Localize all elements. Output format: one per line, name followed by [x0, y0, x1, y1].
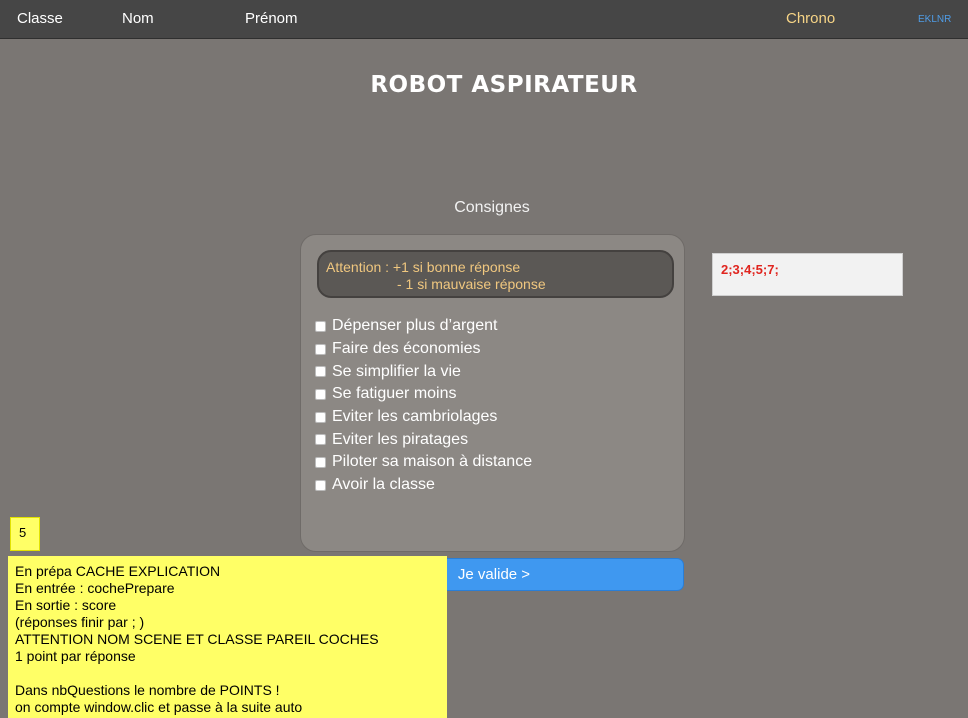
checkbox[interactable]	[315, 320, 326, 332]
note-line: En entrée : cochePrepare	[15, 580, 175, 596]
note-line: Dans nbQuestions le nombre de POINTS !	[15, 682, 280, 698]
option-item[interactable]: Eviter les piratages	[315, 428, 532, 451]
note-line: 1 point par réponse	[15, 648, 136, 664]
note-line: ATTENTION NOM SCENE ET CLASSE PAREIL COC…	[15, 631, 379, 647]
top-bar: Classe Nom Prénom Chrono EKLNR	[0, 0, 968, 39]
option-item[interactable]: Dépenser plus d’argent	[315, 315, 532, 338]
checkbox[interactable]	[315, 366, 326, 378]
checkbox[interactable]	[315, 343, 326, 355]
option-label: Avoir la classe	[332, 476, 435, 494]
page-title: ROBOT ASPIRATEUR	[370, 72, 638, 98]
attention-line-2: - 1 si mauvaise réponse	[397, 276, 546, 292]
note-line: (réponses finir par ; )	[15, 614, 145, 630]
option-label: Se simplifier la vie	[332, 362, 461, 380]
option-item[interactable]: Avoir la classe	[315, 474, 532, 497]
header-nom: Nom	[122, 10, 154, 27]
note-line: En sortie : score	[15, 597, 117, 613]
header-classe: Classe	[17, 10, 63, 27]
option-item[interactable]: Faire des économies	[315, 338, 532, 361]
question-panel: Attention : +1 si bonne réponse - 1 si m…	[300, 234, 685, 552]
header-chrono: Chrono	[786, 10, 836, 27]
option-label: Eviter les cambriolages	[332, 408, 498, 426]
developer-notes: En prépa CACHE EXPLICATION En entrée : c…	[8, 556, 447, 718]
checkbox[interactable]	[315, 388, 326, 400]
header-prenom: Prénom	[245, 10, 298, 27]
note-line: En prépa CACHE EXPLICATION	[15, 563, 221, 579]
option-item[interactable]: Eviter les cambriolages	[315, 406, 532, 429]
options-list: Dépenser plus d’argent Faire des économi…	[315, 315, 532, 497]
option-label: Se fatiguer moins	[332, 385, 457, 403]
option-item[interactable]: Se fatiguer moins	[315, 383, 532, 406]
option-label: Faire des économies	[332, 340, 481, 358]
note-line	[15, 665, 447, 682]
consignes-heading: Consignes	[454, 199, 530, 216]
checkbox[interactable]	[315, 479, 326, 491]
note-line: on compte window.clic et passe à la suit…	[15, 699, 303, 715]
answer-field[interactable]: 2;3;4;5;7;	[712, 253, 903, 296]
attention-box: Attention : +1 si bonne réponse - 1 si m…	[317, 250, 674, 298]
checkbox[interactable]	[315, 411, 326, 423]
header-code: EKLNR	[918, 14, 952, 25]
attention-line-1: Attention : +1 si bonne réponse	[326, 259, 521, 275]
checkbox[interactable]	[315, 456, 326, 468]
option-label: Eviter les piratages	[332, 430, 469, 448]
option-label: Dépenser plus d’argent	[332, 317, 498, 335]
score-box: 5	[10, 517, 40, 551]
checkbox[interactable]	[315, 434, 326, 446]
option-label: Piloter sa maison à distance	[332, 453, 533, 471]
option-item[interactable]: Se simplifier la vie	[315, 360, 532, 383]
option-item[interactable]: Piloter sa maison à distance	[315, 451, 532, 474]
